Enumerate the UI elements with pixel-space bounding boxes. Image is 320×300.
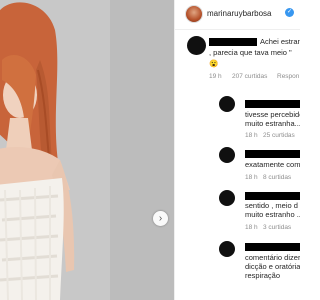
comments-panel: marinaruybarbosa ✓ Achei estran , pareci… [174, 0, 300, 300]
comment-text: dicção e oratória [245, 262, 300, 271]
post-photo[interactable]: › [0, 0, 174, 300]
comment-text: exatamente com [245, 160, 300, 169]
chevron-right-icon: › [158, 212, 163, 224]
avatar[interactable] [187, 36, 206, 55]
reply-link[interactable]: Respon [277, 73, 299, 80]
redacted-username [245, 243, 300, 251]
post-header: marinaruybarbosa ✓ [175, 0, 300, 30]
comment-text: muito estranha... [245, 119, 300, 128]
username-link[interactable]: marinaruybarbosa [207, 9, 271, 18]
avatar[interactable] [219, 190, 235, 206]
avatar[interactable] [219, 241, 235, 257]
comment-time: 18 h [245, 174, 258, 181]
post-image [0, 0, 174, 300]
comment-text: tivesse percebido [245, 110, 300, 119]
comment-text: Achei estran [260, 37, 300, 46]
carousel-next-button[interactable]: › [153, 211, 168, 226]
redacted-username [245, 192, 300, 200]
comment-time: 18 h [245, 224, 258, 231]
avatar[interactable] [219, 96, 235, 112]
comment-emoji: 😮 [209, 59, 219, 68]
comment-likes[interactable]: 3 curtidas [263, 224, 291, 231]
redacted-username [245, 150, 300, 158]
comment-likes[interactable]: 207 curtidas [232, 73, 267, 80]
avatar[interactable] [219, 147, 235, 163]
verified-badge-icon: ✓ [285, 8, 294, 17]
comment-text: respiração [245, 271, 281, 280]
comment-time: 19 h [209, 73, 222, 80]
comment-text: , parecia que tava meio " [209, 48, 292, 57]
redacted-username [209, 38, 257, 46]
comment-text: sentido , meio d [245, 201, 298, 210]
comment-likes[interactable]: 8 curtidas [263, 174, 291, 181]
redacted-username [245, 100, 300, 108]
comment-likes[interactable]: 25 curtidas [263, 132, 295, 139]
comment-time: 18 h [245, 132, 258, 139]
comment-text: comentário dizer [245, 253, 300, 262]
comment-text: muito estranho .. [245, 210, 300, 219]
avatar[interactable] [185, 5, 203, 23]
